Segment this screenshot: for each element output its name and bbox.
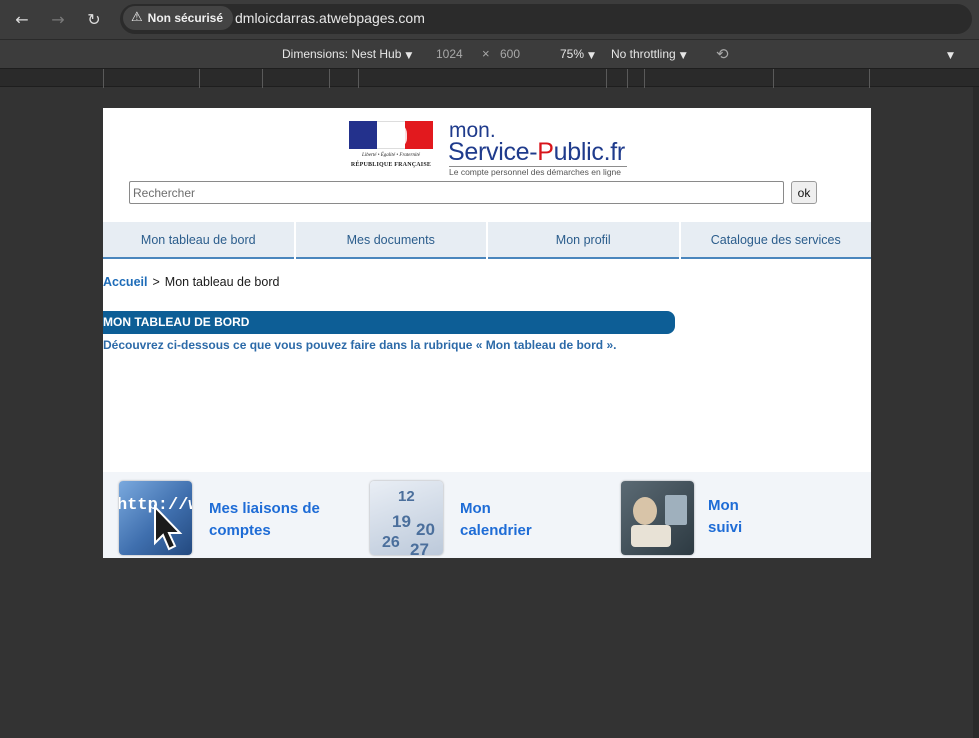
rotate-device-icon[interactable]: ⟲ [716,40,729,68]
emblem-republic: RÉPUBLIQUE FRANÇAISE [350,162,432,168]
ruler-tick [329,69,330,88]
person-at-desk-thumbnail [621,481,694,555]
person-body-icon [631,525,671,547]
media-query-ruler[interactable] [0,68,979,88]
zoom-label: 75% [560,47,585,61]
tab-mes-documents[interactable]: Mes documents [295,222,486,259]
ruler-tick [262,69,263,88]
service-label[interactable]: Mon suivi [708,495,742,539]
ruler-tick [103,69,104,88]
service-label-line-2: comptes [209,522,271,539]
person-icon [633,497,657,525]
url-cursor-thumbnail: http://ww [119,481,192,555]
dropdown-caret-icon: ▼ [679,51,687,61]
emblem-motto: Liberté • Égalité • Fraternité [362,153,420,158]
device-width-field[interactable]: 1024 [436,40,463,68]
ruler-tick [606,69,607,88]
forward-arrow-icon[interactable]: → [46,8,70,32]
warning-triangle-icon: ⚠ [131,10,143,25]
calendar-number: 19 [392,512,411,531]
calendar-number: 12 [398,488,415,505]
ruler-tick [644,69,645,88]
marianne-profile-icon [379,122,407,148]
service-mes-liaisons-de-comptes[interactable]: http://ww Mes liaisons de comptes [119,481,349,557]
service-label-line-1: Mes liaisons de [209,500,320,517]
monitor-icon [665,495,687,525]
brand-tagline: Le compte personnel des démarches en lig… [449,167,621,177]
breadcrumb-current: Mon tableau de bord [164,275,280,289]
main-navigation: Mon tableau de bord Mes documents Mon pr… [103,222,871,259]
dimension-times-sign: × [482,46,490,61]
flag-blue-band [349,121,377,149]
scrollbar[interactable] [973,87,979,738]
more-options-icon[interactable]: ▼ [947,40,954,68]
ruler-tick [773,69,774,88]
ruler-tick [627,69,628,88]
calendar-number: 27 [410,540,429,555]
service-label[interactable]: Mon calendrier [460,498,532,542]
service-label[interactable]: Mes liaisons de comptes [209,498,320,542]
reload-icon[interactable]: ↻ [82,8,106,32]
site-logo[interactable]: Liberté • Égalité • Fraternité RÉPUBLIQU… [349,116,639,177]
back-arrow-icon[interactable]: ← [10,8,34,32]
security-label: Non sécurisé [147,11,224,25]
emulated-viewport: Liberté • Égalité • Fraternité RÉPUBLIQU… [103,108,871,558]
service-label-line-2: suivi [708,519,743,536]
tab-catalogue-des-services[interactable]: Catalogue des services [680,222,871,259]
ruler-tick [199,69,200,88]
calendar-number: 20 [416,520,435,539]
tab-mon-profil[interactable]: Mon profil [488,222,679,259]
service-label-line-1: Mon [460,500,491,517]
service-mon-suivi[interactable]: Mon suivi [621,481,851,557]
tab-mon-tableau-de-bord[interactable]: Mon tableau de bord [103,222,294,259]
dropdown-caret-icon: ▼ [588,51,595,61]
services-strip: http://ww Mes liaisons de comptes 12 19 … [103,472,871,558]
browser-toolbar: ← → ↻ ⚠ Non sécurisé dmloicdarras.atwebp… [0,0,979,40]
brand-name: Service-Public.fr [448,138,625,166]
brand-p: P [537,138,554,166]
service-mon-calendrier[interactable]: 12 19 20 26 27 Mon calendrier [370,481,600,557]
calendar-thumbnail: 12 19 20 26 27 [370,481,443,555]
section-intro: Découvrez ci-dessous ce que vous pouvez … [103,338,617,352]
breadcrumb-separator: > [152,275,160,289]
dropdown-caret-icon: ▼ [405,51,413,61]
device-toolbar: Dimensions: Nest Hub ▼ 1024 × 600 75% ▼ No… [0,40,979,68]
url-text[interactable]: dmloicdarras.atwebpages.com [235,6,425,30]
dropdown-caret-icon: ▼ [947,51,954,61]
breadcrumb-home-link[interactable]: Accueil [103,275,147,289]
service-label-line-1: Mon [708,497,739,514]
throttling-dropdown[interactable]: No throttling ▼ [611,40,687,68]
flag-red-band [405,121,433,149]
search-submit-button[interactable]: ok [791,181,817,204]
ruler-tick [358,69,359,88]
device-dimensions-dropdown[interactable]: Dimensions: Nest Hub ▼ [282,40,412,68]
device-height-field[interactable]: 600 [500,40,520,68]
search-input[interactable] [129,181,784,204]
brand-rest: ublic.fr [553,138,626,166]
brand-service: Service- [448,138,538,166]
breadcrumb: Accueil > Mon tableau de bord [103,275,279,289]
ruler-tick [869,69,870,88]
zoom-dropdown[interactable]: 75% ▼ [560,40,595,68]
throttling-label: No throttling [611,47,676,61]
device-dimensions-label: Dimensions: Nest Hub [282,47,402,61]
security-indicator[interactable]: ⚠ Non sécurisé [123,6,234,30]
calendar-number: 26 [382,534,400,551]
service-label-line-2: calendrier [460,522,532,539]
page-title: MON TABLEAU DE BORD [103,311,675,334]
